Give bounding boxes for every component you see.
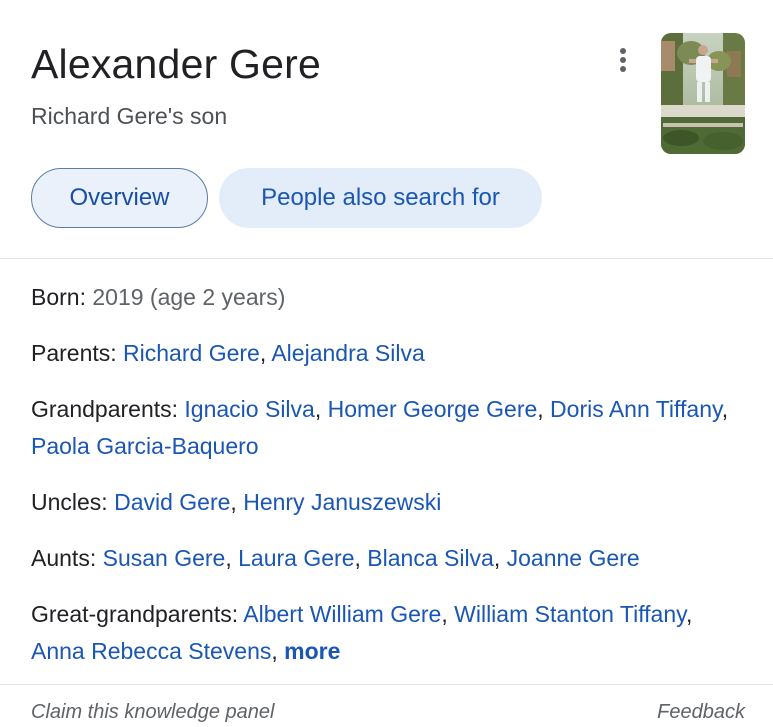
facts-section: Born: 2019 (age 2 years) Parents: Richar… (31, 279, 741, 670)
fact-label: Uncles: (31, 489, 108, 515)
fact-aunts: Aunts: Susan Gere, Laura Gere, Blanca Si… (31, 545, 640, 571)
link-david-gere[interactable]: David Gere (114, 489, 230, 515)
link-laura-gere[interactable]: Laura Gere (238, 545, 354, 571)
fact-great-grandparents: Great-grandparents: Albert William Gere,… (31, 601, 693, 664)
link-homer-george-gere[interactable]: Homer George Gere (328, 396, 538, 422)
link-alejandra-silva[interactable]: Alejandra Silva (271, 340, 424, 366)
tab-overview[interactable]: Overview (31, 168, 208, 228)
fact-born: Born: 2019 (age 2 years) (31, 279, 741, 316)
link-susan-gere[interactable]: Susan Gere (103, 545, 226, 571)
tab-overview-label: Overview (69, 184, 170, 211)
photo-thumbnail (661, 33, 745, 154)
tab-people-also-search-for[interactable]: People also search for (219, 168, 542, 228)
footer-divider (0, 684, 773, 685)
link-richard-gere[interactable]: Richard Gere (123, 340, 260, 366)
link-henry-januszewski[interactable]: Henry Januszewski (243, 489, 441, 515)
panel-subtitle: Richard Gere's son (31, 103, 228, 129)
fact-parents: Parents: Richard Gere, Alejandra Silva (31, 340, 425, 366)
link-joanne-gere[interactable]: Joanne Gere (507, 545, 640, 571)
link-doris-ann-tiffany[interactable]: Doris Ann Tiffany (550, 396, 722, 422)
tab-people-label: People also search for (261, 184, 500, 211)
feedback-link[interactable]: Feedback (657, 701, 745, 724)
header-divider (0, 258, 773, 259)
fact-label: Parents: (31, 340, 117, 366)
panel-title: Alexander Gere (31, 41, 321, 87)
profile-image[interactable] (661, 33, 745, 154)
link-albert-william-gere[interactable]: Albert William Gere (243, 601, 441, 627)
claim-panel-link[interactable]: Claim this knowledge panel (31, 701, 274, 724)
fact-label: Born: (31, 284, 86, 310)
knowledge-panel-header: Alexander Gere Richard Gere's son Overvi… (0, 0, 773, 258)
link-william-stanton-tiffany[interactable]: William Stanton Tiffany (454, 601, 686, 627)
link-anna-rebecca-stevens[interactable]: Anna Rebecca Stevens (31, 638, 271, 664)
more-link[interactable]: more (284, 638, 340, 664)
fact-label: Grandparents: (31, 396, 179, 422)
link-ignacio-silva[interactable]: Ignacio Silva (184, 396, 314, 422)
more-options-button[interactable] (608, 44, 638, 76)
fact-value: 2019 (age 2 years) (92, 284, 286, 310)
fact-label: Great-grandparents: (31, 601, 239, 627)
link-blanca-silva[interactable]: Blanca Silva (367, 545, 494, 571)
link-paola-garcia-baquero[interactable]: Paola Garcia-Baquero (31, 433, 259, 459)
more-vert-icon (620, 48, 626, 54)
fact-label: Aunts: (31, 545, 97, 571)
fact-grandparents: Grandparents: Ignacio Silva, Homer Georg… (31, 396, 729, 459)
fact-uncles: Uncles: David Gere, Henry Januszewski (31, 489, 442, 515)
